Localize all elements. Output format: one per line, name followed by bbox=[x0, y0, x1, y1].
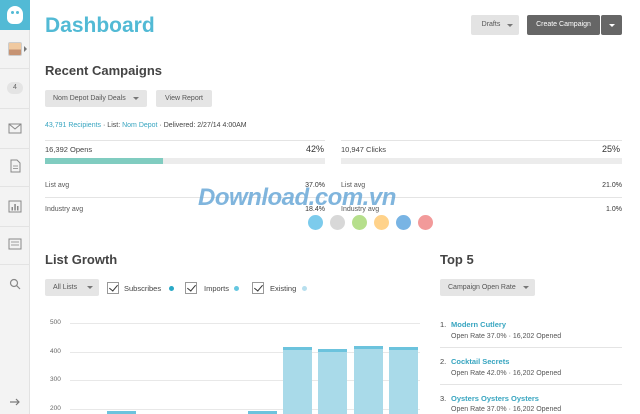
top5-rank: 2. bbox=[440, 357, 447, 366]
create-campaign-button[interactable]: Create Campaign bbox=[527, 15, 600, 35]
campaign-select-label: Nom Depot Daily Deals bbox=[53, 95, 126, 102]
avatar[interactable] bbox=[8, 42, 22, 56]
sidebar-divider bbox=[0, 226, 30, 227]
all-lists-select[interactable]: All Lists bbox=[45, 279, 99, 296]
separator: · bbox=[159, 122, 162, 129]
top5-item-title[interactable]: Oysters Oysters Oysters bbox=[451, 394, 539, 403]
logo-icon[interactable] bbox=[0, 0, 30, 30]
imports-checkbox[interactable] bbox=[185, 282, 197, 294]
opens-progress-fill bbox=[45, 158, 163, 164]
top5-item-title[interactable]: Cocktail Secrets bbox=[451, 357, 509, 366]
top5-rank: 3. bbox=[440, 394, 447, 403]
chevron-down-icon bbox=[609, 24, 615, 27]
delivered-prefix: Delivered: bbox=[163, 122, 196, 129]
create-campaign-dropdown[interactable] bbox=[601, 15, 622, 35]
page-title: Dashboard bbox=[45, 14, 155, 37]
opens-industry-avg-label: Industry avg bbox=[45, 206, 84, 213]
top5-item-stats: Open Rate 37.0% · 16,202 Opened bbox=[451, 333, 562, 340]
clicks-list-avg: 21.0% bbox=[602, 182, 622, 189]
clicks-label: 10,947 Clicks bbox=[341, 145, 387, 154]
top5-rank: 1. bbox=[440, 320, 447, 329]
subscribes-label: Subscribes bbox=[124, 284, 162, 293]
top5-item-stats: Open Rate 37.0% · 16,202 Opened bbox=[451, 406, 562, 413]
chart-bar-segment bbox=[389, 346, 418, 350]
clicks-industry-avg: 1.0% bbox=[606, 206, 622, 213]
recipients-link[interactable]: 43,791 Recipients bbox=[45, 122, 101, 129]
top5-item-title[interactable]: Modern Cutlery bbox=[451, 320, 506, 329]
divider bbox=[440, 347, 622, 348]
list-link[interactable]: Nom Depot bbox=[122, 122, 157, 129]
arrow-right-icon[interactable] bbox=[8, 395, 22, 409]
sidebar-divider bbox=[0, 264, 30, 265]
chevron-down-icon bbox=[507, 24, 513, 27]
clicks-percent: 25% bbox=[602, 144, 621, 154]
opens-label: 16,392 Opens bbox=[45, 145, 93, 154]
list-growth-title: List Growth bbox=[45, 252, 118, 267]
y-tick-label: 300 bbox=[50, 376, 61, 383]
divider bbox=[341, 140, 622, 141]
recent-campaigns-title: Recent Campaigns bbox=[45, 63, 163, 78]
imports-legend-dot bbox=[234, 286, 239, 291]
chart-gridline bbox=[70, 323, 420, 324]
sidebar-divider bbox=[0, 148, 30, 149]
opens-percent: 42% bbox=[306, 144, 325, 154]
chevron-down-icon bbox=[523, 286, 529, 289]
list-prefix: List: bbox=[107, 122, 121, 129]
drafts-label: Drafts bbox=[481, 21, 501, 28]
campaign-select[interactable]: Nom Depot Daily Deals bbox=[45, 90, 147, 107]
all-lists-label: All Lists bbox=[53, 284, 78, 291]
y-tick-label: 500 bbox=[50, 319, 61, 326]
campaign-meta: 43,791 Recipients · List: Nom Depot · De… bbox=[45, 122, 247, 129]
notification-count-badge[interactable]: 4 bbox=[7, 82, 23, 94]
watermark-dot bbox=[396, 215, 411, 230]
chart-bar[interactable] bbox=[354, 345, 383, 414]
existing-label: Existing bbox=[270, 284, 297, 293]
campaign-open-rate-label: Campaign Open Rate bbox=[448, 284, 516, 291]
sidebar-divider bbox=[0, 108, 30, 109]
separator: · bbox=[103, 122, 106, 129]
drafts-dropdown[interactable]: Drafts bbox=[471, 15, 519, 35]
y-tick-label: 200 bbox=[50, 404, 61, 412]
sidebar: 4 bbox=[0, 0, 30, 414]
sidebar-divider bbox=[0, 68, 30, 69]
top5-title: Top 5 bbox=[440, 252, 474, 267]
imports-label: Imports bbox=[204, 284, 230, 293]
divider bbox=[440, 384, 622, 385]
delivered-value: 2/27/14 4:00AM bbox=[197, 122, 247, 129]
chart-bar[interactable] bbox=[389, 346, 418, 414]
subscribes-legend-dot bbox=[169, 286, 174, 291]
sidebar-divider bbox=[0, 186, 30, 187]
watermark-dot bbox=[308, 215, 323, 230]
watermark-dot bbox=[418, 215, 433, 230]
mail-icon[interactable] bbox=[8, 121, 22, 135]
bar-chart-icon[interactable] bbox=[8, 199, 22, 213]
y-tick-label: 400 bbox=[50, 347, 61, 355]
existing-checkbox[interactable] bbox=[252, 282, 264, 294]
chevron-down-icon bbox=[133, 97, 139, 100]
caret-right-icon bbox=[24, 46, 27, 52]
chart-bar[interactable] bbox=[283, 346, 312, 414]
top5-item-stats: Open Rate 42.0% · 16,202 Opened bbox=[451, 370, 562, 377]
chart-bar-segment bbox=[318, 348, 347, 352]
watermark-dot bbox=[330, 215, 345, 230]
divider bbox=[45, 140, 325, 141]
chart-bar-segment bbox=[354, 345, 383, 349]
chevron-down-icon bbox=[87, 286, 93, 289]
watermark-dot bbox=[374, 215, 389, 230]
subscribes-checkbox[interactable] bbox=[107, 282, 119, 294]
opens-progress-bar bbox=[45, 158, 325, 164]
existing-legend-dot bbox=[302, 286, 307, 291]
chart-bar[interactable] bbox=[318, 348, 347, 414]
search-icon[interactable] bbox=[8, 277, 22, 291]
watermark-text: Download.com.vn bbox=[198, 184, 396, 211]
watermark-dot bbox=[352, 215, 367, 230]
clicks-progress-bar bbox=[341, 158, 622, 164]
chart-bar-segment bbox=[283, 346, 312, 350]
list-icon[interactable] bbox=[8, 237, 22, 251]
document-icon[interactable] bbox=[8, 159, 22, 173]
opens-list-avg-label: List avg bbox=[45, 182, 70, 189]
view-report-button[interactable]: View Report bbox=[156, 90, 212, 107]
campaign-open-rate-select[interactable]: Campaign Open Rate bbox=[440, 279, 535, 296]
